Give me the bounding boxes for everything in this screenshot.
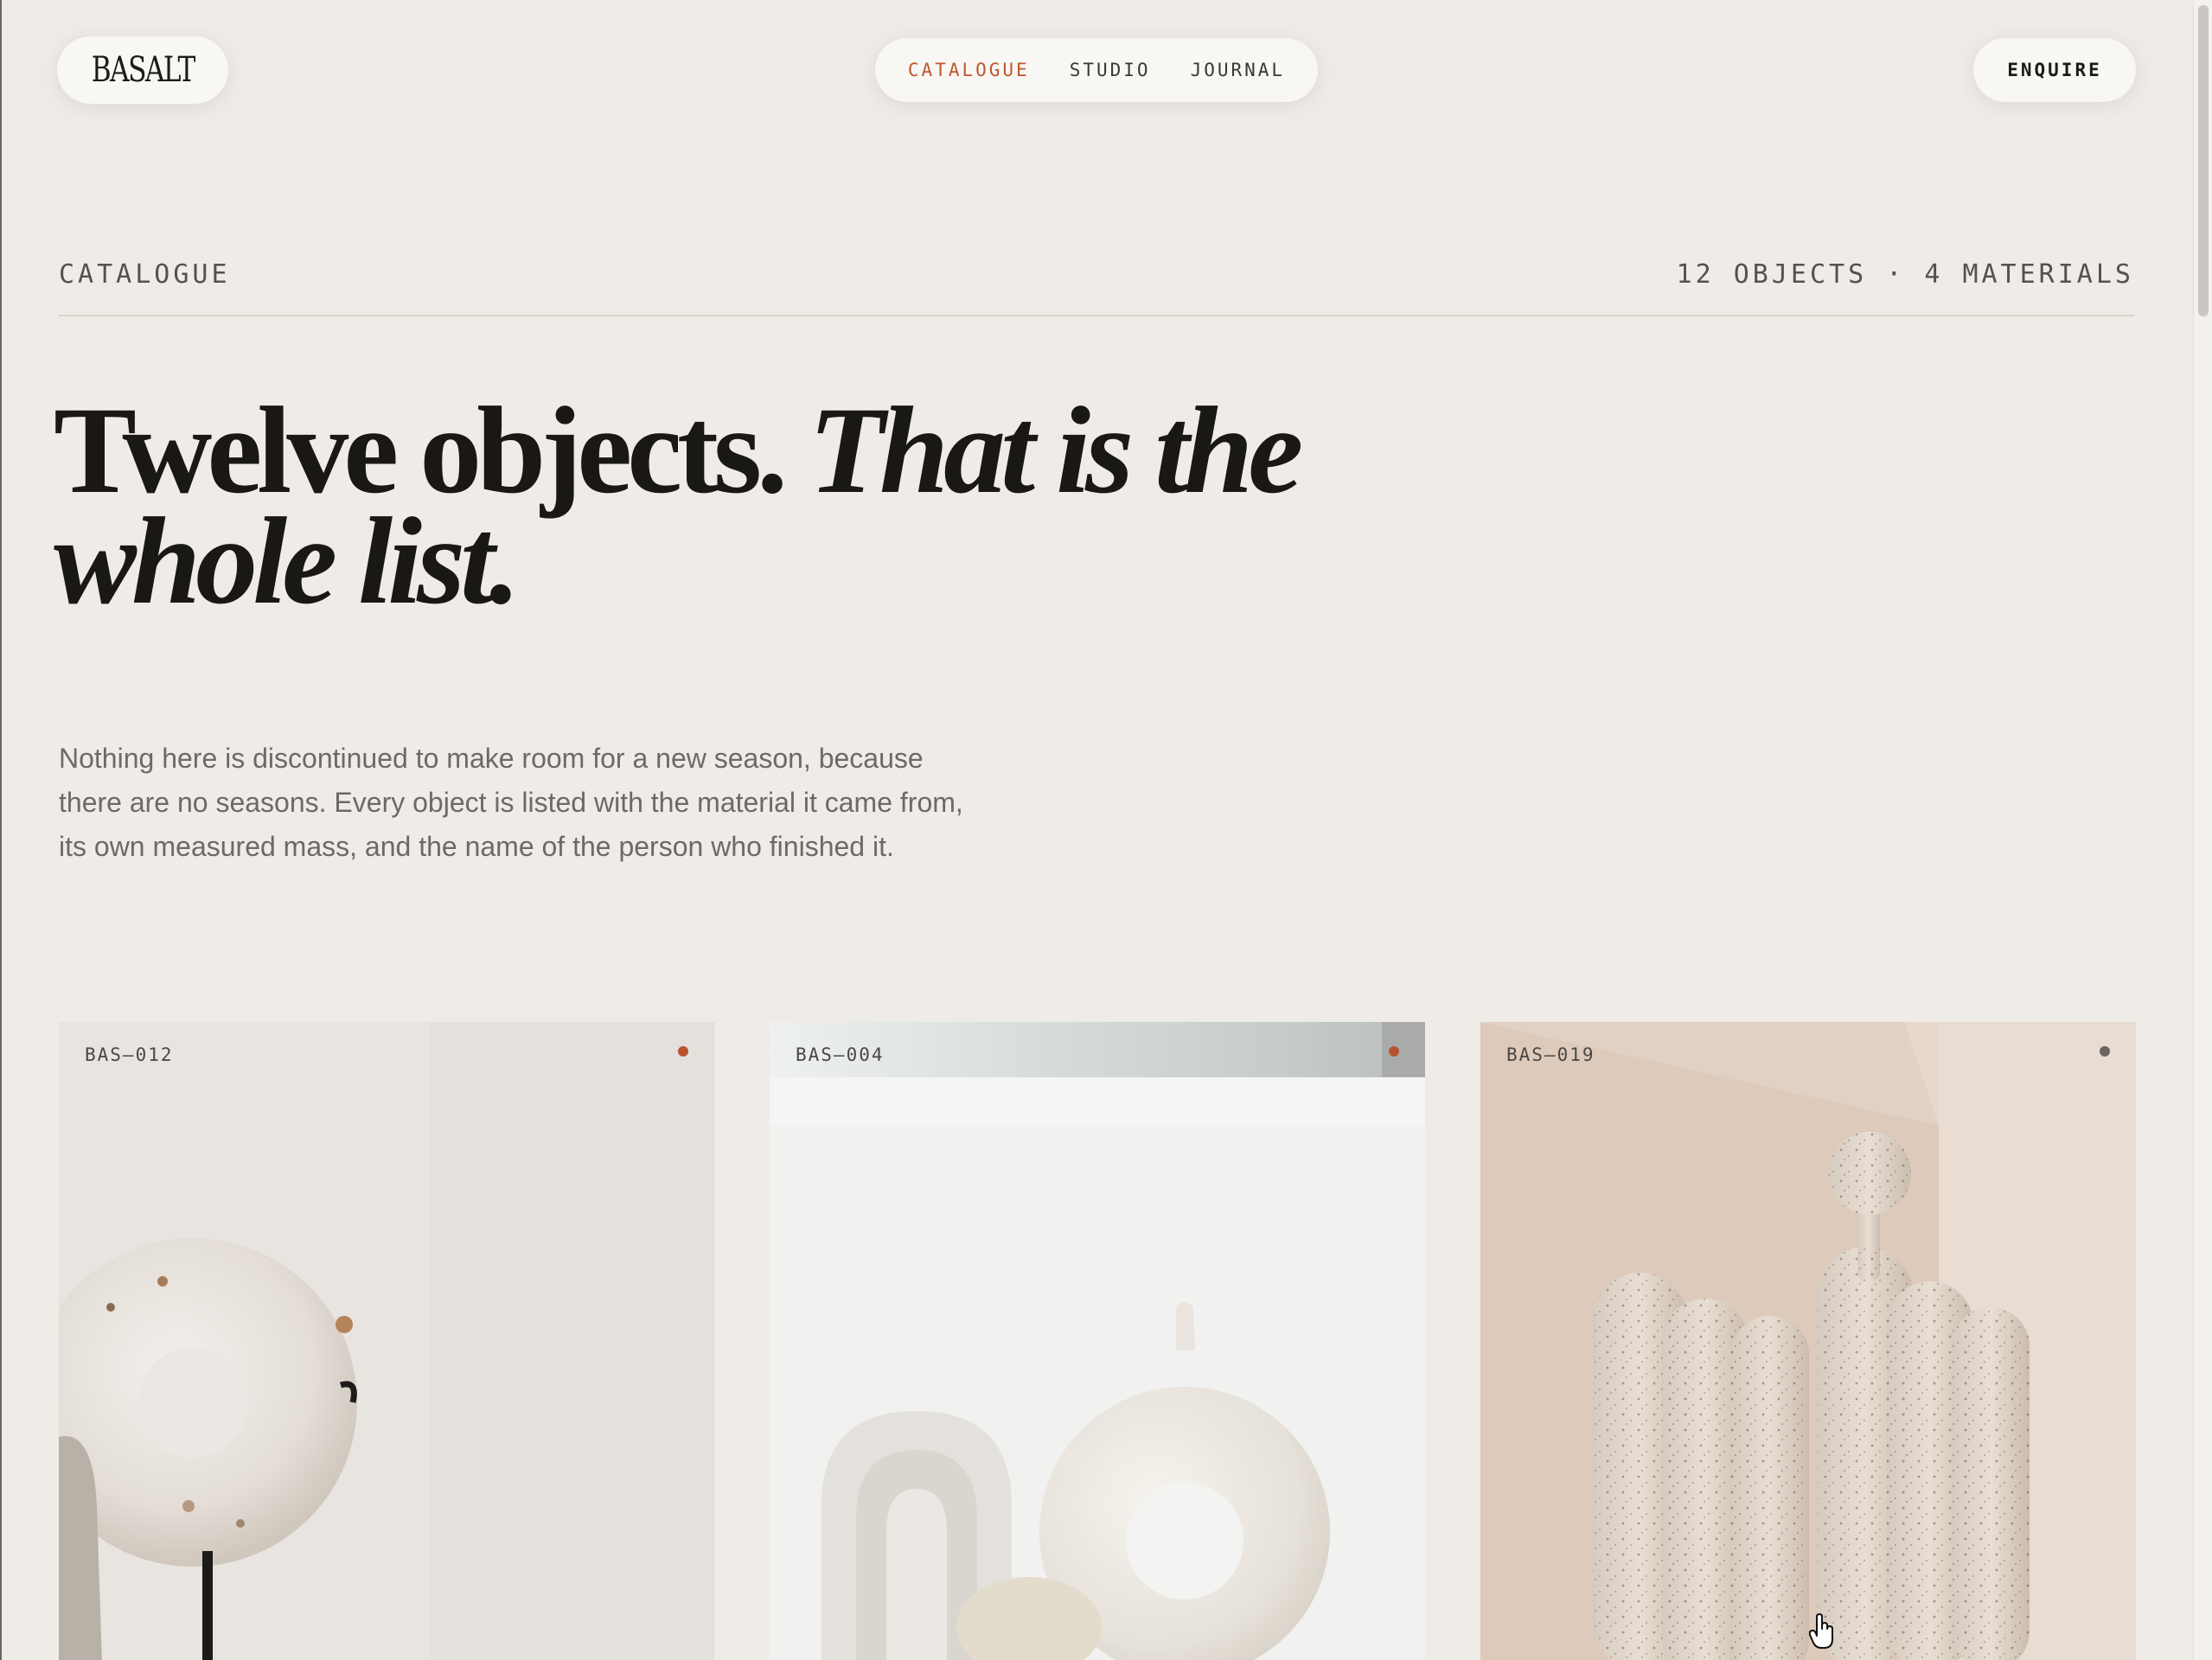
section-label: CATALOGUE bbox=[59, 259, 231, 290]
product-code: BAS—012 bbox=[85, 1044, 174, 1065]
nav-item-studio[interactable]: STUDIO bbox=[1070, 60, 1151, 80]
product-code: BAS—004 bbox=[796, 1044, 885, 1065]
product-image-ring-sculpture bbox=[59, 1022, 714, 1660]
page-title: Twelve objects. That is the whole list. bbox=[54, 389, 1368, 624]
status-dot bbox=[2100, 1046, 2110, 1057]
section-count: 12 OBJECTS · 4 MATERIALS bbox=[1676, 259, 2134, 290]
product-card[interactable]: BAS—004 bbox=[770, 1022, 1425, 1660]
nav-item-catalogue[interactable]: CATALOGUE bbox=[908, 60, 1030, 80]
brand-logo: BASALT bbox=[91, 50, 196, 90]
pointer-hand-icon bbox=[1809, 1613, 1833, 1649]
product-card[interactable]: BAS—012 bbox=[59, 1022, 714, 1660]
nav-item-journal[interactable]: JOURNAL bbox=[1191, 60, 1286, 80]
intro-paragraph: Nothing here is discontinued to make roo… bbox=[59, 743, 963, 862]
product-image-vases bbox=[770, 1022, 1425, 1660]
logo-link[interactable]: BASALT bbox=[57, 36, 228, 104]
product-image-speckled-figures bbox=[1480, 1022, 2136, 1660]
main-nav: CATALOGUE STUDIO JOURNAL bbox=[875, 38, 1318, 102]
enquire-label: ENQUIRE bbox=[2007, 60, 2102, 80]
product-code: BAS—019 bbox=[1506, 1044, 1595, 1065]
enquire-button[interactable]: ENQUIRE bbox=[1973, 38, 2136, 102]
status-dot bbox=[1389, 1046, 1399, 1057]
product-card[interactable]: BAS—019 bbox=[1480, 1022, 2136, 1660]
page-scrollbar[interactable] bbox=[2193, 0, 2212, 1660]
scroll-thumb[interactable] bbox=[2198, 5, 2209, 316]
status-dot bbox=[678, 1046, 688, 1057]
section-divider bbox=[59, 315, 2134, 316]
